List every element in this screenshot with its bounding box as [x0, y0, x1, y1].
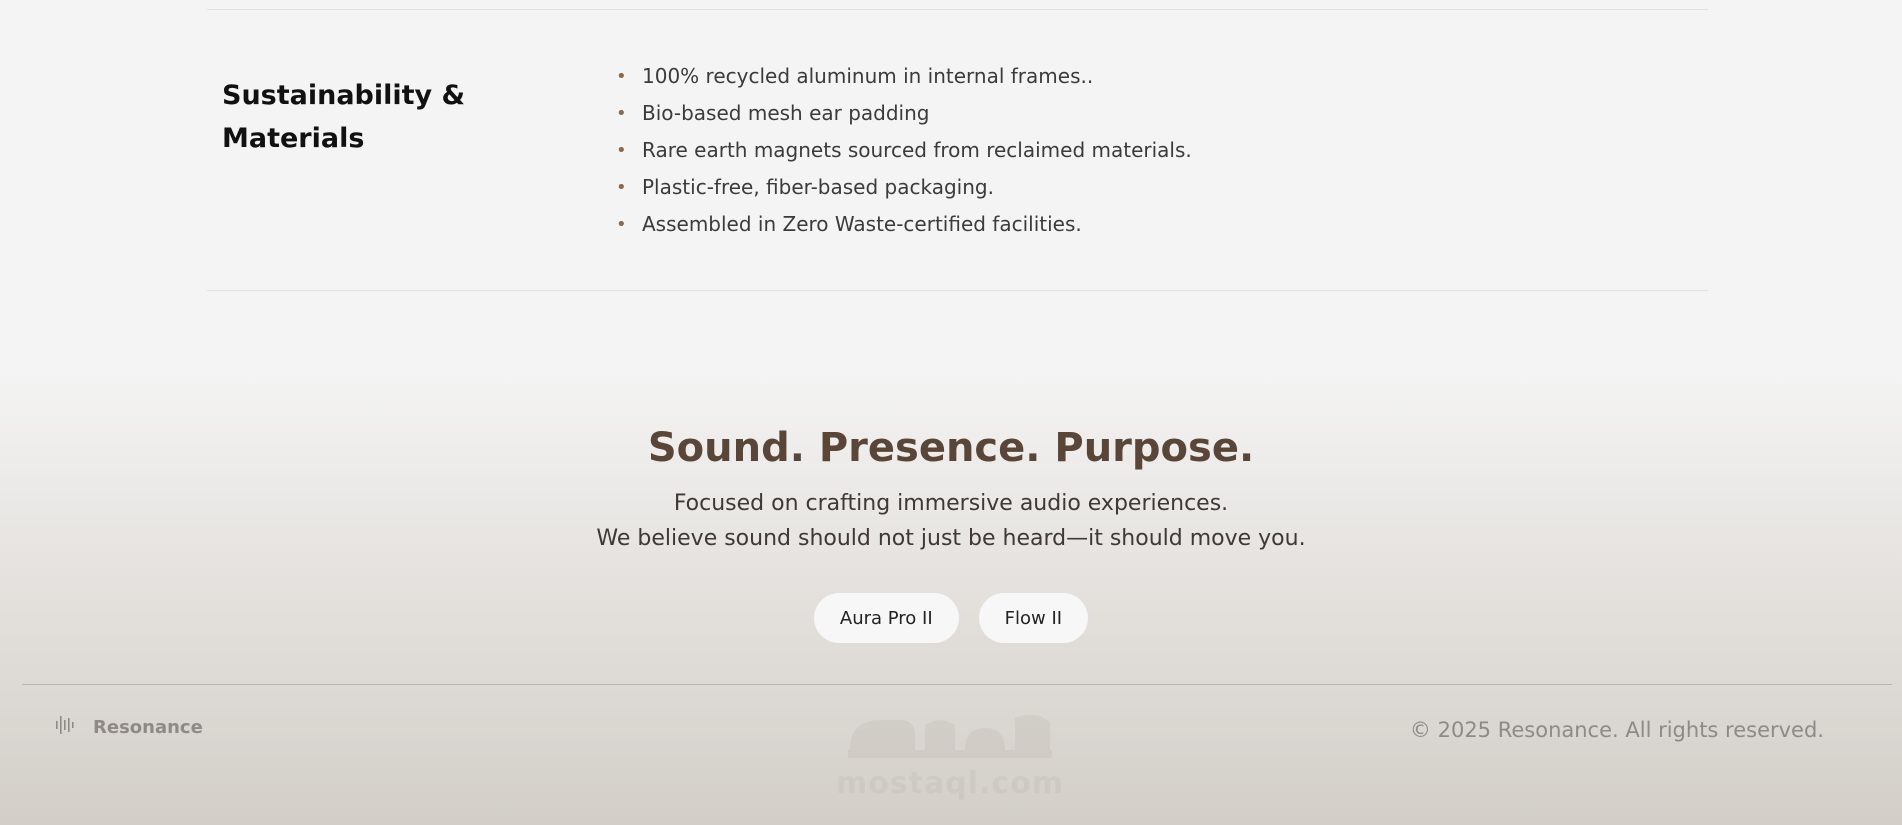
hero-section: Sound. Presence. Purpose. Focused on cra… — [0, 418, 1902, 556]
list-item-text: Bio-based mesh ear padding — [642, 101, 930, 125]
list-item-text: Rare earth magnets sourced from reclaime… — [642, 138, 1192, 162]
list-item-text: Assembled in Zero Waste-certified facili… — [642, 212, 1082, 236]
list-item: • Rare earth magnets sourced from reclaim… — [616, 132, 1192, 169]
hero-title: Sound. Presence. Purpose. — [647, 425, 1255, 471]
list-item: • 100% recycled aluminum in internal fram… — [616, 58, 1192, 95]
bullet-icon: • — [616, 177, 627, 198]
product-buttons: Aura Pro II Flow II — [0, 593, 1902, 643]
list-item: • Assembled in Zero Waste-certified facil… — [616, 206, 1192, 243]
bullet-icon: • — [616, 214, 627, 235]
list-item-text: 100% recycled aluminum in internal frame… — [642, 64, 1094, 88]
aura-pro-ii-button[interactable]: Aura Pro II — [813, 593, 959, 643]
hero-line-1: Focused on crafting immersive audio expe… — [673, 491, 1229, 516]
list-item-text: Plastic-free, fiber-based packaging. — [642, 175, 994, 199]
bullet-icon: • — [616, 103, 627, 124]
copyright-text: © 2025 Resonance. All rights reserved. — [1409, 718, 1824, 742]
bullet-icon: • — [616, 66, 627, 87]
section-divider-top — [207, 9, 1708, 10]
hero-line-2: We believe sound should not just be hear… — [596, 526, 1306, 551]
list-item: • Bio-based mesh ear padding — [616, 95, 1192, 132]
list-item: • Plastic-free, fiber-based packaging. — [616, 169, 1192, 206]
footer-brand[interactable]: Resonance — [55, 714, 203, 740]
hero-subtitle: Focused on crafting immersive audio expe… — [0, 486, 1902, 556]
specs-list: • 100% recycled aluminum in internal fram… — [616, 58, 1192, 243]
footer-divider — [22, 684, 1892, 685]
flow-ii-button[interactable]: Flow II — [978, 593, 1089, 643]
bullet-icon: • — [616, 140, 627, 161]
section-divider — [207, 290, 1708, 291]
watermark-text: mostaql.com — [835, 766, 1065, 801]
soundwave-icon — [55, 714, 77, 740]
watermark-logo: mostaql.com — [830, 700, 1070, 810]
brand-name: Resonance — [93, 716, 203, 738]
specs-section-title: Sustainability & Materials — [222, 80, 466, 154]
